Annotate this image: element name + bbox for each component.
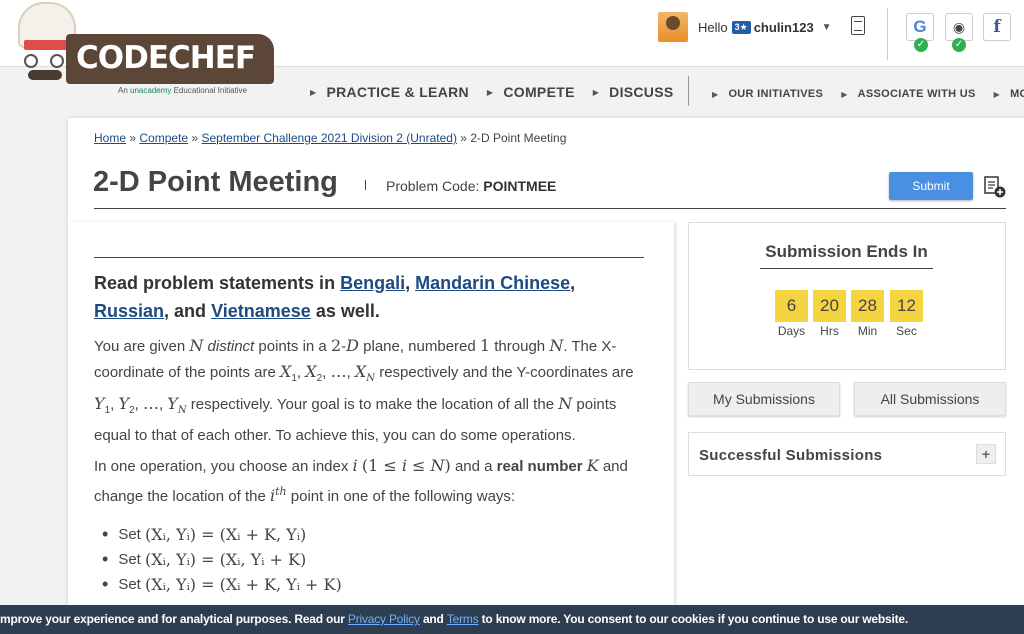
codechef-logo[interactable]: CODECHEF bbox=[10, 2, 274, 98]
lang-russian-link[interactable]: Russian bbox=[94, 301, 164, 321]
breadcrumb-contest[interactable]: September Challenge 2021 Division 2 (Unr… bbox=[201, 131, 456, 145]
timer-title: Submission Ends In bbox=[760, 242, 933, 269]
lang-bengali-link[interactable]: Bengali bbox=[340, 273, 405, 293]
breadcrumb-home[interactable]: Home bbox=[94, 131, 126, 145]
secondary-nav: ▶OUR INITIATIVES ▶ASSOCIATE WITH US ▶MOR bbox=[712, 86, 1024, 102]
problem-code-value: POINTMEE bbox=[483, 178, 557, 194]
add-to-list-icon[interactable] bbox=[984, 176, 1006, 198]
logo-tagline: An unacademy Educational Initiative bbox=[118, 86, 248, 95]
breadcrumb-current: 2-D Point Meeting bbox=[470, 131, 567, 145]
triangle-right-icon: ▶ bbox=[841, 89, 848, 99]
username[interactable]: chulin123 bbox=[754, 20, 814, 35]
facebook-icon[interactable]: f bbox=[983, 13, 1011, 41]
check-icon: ✓ bbox=[914, 38, 928, 52]
statement-paragraph-2: In one operation, you choose an index i … bbox=[94, 456, 628, 505]
title-divider bbox=[365, 180, 366, 190]
breadcrumb-compete[interactable]: Compete bbox=[139, 131, 188, 145]
triangle-right-icon: ▶ bbox=[712, 89, 719, 99]
lang-vietnamese-link[interactable]: Vietnamese bbox=[211, 301, 311, 321]
terms-link[interactable]: Terms bbox=[447, 612, 479, 626]
timer-minutes: 28 bbox=[851, 290, 884, 322]
timer-seconds: 12 bbox=[890, 290, 923, 322]
rating-badge: 3★ bbox=[731, 20, 751, 34]
operation-list: Set (Xᵢ, Yᵢ) = (Xᵢ + K, Yᵢ) Set (Xᵢ, Yᵢ)… bbox=[102, 522, 342, 597]
nav-divider bbox=[688, 76, 689, 106]
expand-plus-icon[interactable]: + bbox=[976, 444, 996, 464]
submit-button[interactable]: Submit bbox=[889, 172, 973, 200]
problem-code: Problem Code: POINTMEE bbox=[386, 178, 557, 194]
privacy-policy-link[interactable]: Privacy Policy bbox=[348, 612, 420, 626]
my-submissions-button[interactable]: My Submissions bbox=[688, 382, 840, 416]
nav-our-initiatives[interactable]: ▶ OUR INITIATIVES bbox=[712, 86, 823, 102]
greeting: Hello bbox=[698, 19, 728, 35]
header-divider bbox=[887, 8, 888, 60]
triangle-right-icon: ▶ bbox=[486, 87, 494, 97]
timer-days: 6 bbox=[775, 290, 808, 322]
timer-hours: 20 bbox=[813, 290, 846, 322]
all-submissions-button[interactable]: All Submissions bbox=[854, 382, 1006, 416]
triangle-right-icon: ▶ bbox=[310, 87, 317, 97]
nav-practice-learn[interactable]: ▶ PRACTICE & LEARN bbox=[310, 84, 469, 100]
title-rule bbox=[94, 208, 1006, 209]
statement-paragraph-1: You are given N distinct points in a 2-D… bbox=[94, 336, 634, 444]
triangle-right-icon: ▶ bbox=[993, 89, 1001, 99]
github-icon[interactable]: ◉ bbox=[945, 13, 973, 41]
cookie-banner: mprove your experience and for analytica… bbox=[0, 605, 1024, 634]
timer-days-label: Days bbox=[777, 324, 806, 338]
google-icon[interactable]: G bbox=[906, 13, 934, 41]
breadcrumb: Home » Compete » September Challenge 202… bbox=[94, 131, 567, 145]
timer-hours-label: Hrs bbox=[820, 324, 839, 338]
logo-text: CODECHEF bbox=[66, 34, 274, 84]
list-item: Set (Xᵢ, Yᵢ) = (Xᵢ, Yᵢ + K) bbox=[102, 547, 342, 572]
statement-rule bbox=[94, 257, 644, 258]
avatar[interactable] bbox=[658, 12, 688, 42]
nav-associate[interactable]: ▶ ASSOCIATE WITH US bbox=[841, 86, 975, 102]
lang-mandarin-link[interactable]: Mandarin Chinese bbox=[415, 273, 570, 293]
triangle-right-icon: ▶ bbox=[592, 87, 600, 97]
nav-compete[interactable]: ▶ COMPETE bbox=[487, 84, 575, 100]
nav-more[interactable]: ▶MOR bbox=[994, 86, 1024, 102]
timer-seconds-label: Sec bbox=[896, 324, 917, 338]
user-menu[interactable]: Hello 3★ chulin123 ▼ bbox=[658, 12, 832, 42]
notes-icon[interactable] bbox=[851, 16, 865, 35]
chevron-down-icon[interactable]: ▼ bbox=[822, 22, 832, 33]
nav-discuss[interactable]: ▶ DISCUSS bbox=[593, 84, 674, 100]
check-icon: ✓ bbox=[952, 38, 966, 52]
primary-nav: ▶ PRACTICE & LEARN ▶ COMPETE ▶ DISCUSS bbox=[310, 84, 692, 100]
language-links: Read problem statements in Bengali, Mand… bbox=[94, 273, 576, 321]
list-item: Set (Xᵢ, Yᵢ) = (Xᵢ + K, Yᵢ) bbox=[102, 522, 342, 547]
timer-minutes-label: Min bbox=[857, 324, 878, 338]
unacademy-brand: unacademy bbox=[130, 86, 172, 95]
list-item: Set (Xᵢ, Yᵢ) = (Xᵢ + K, Yᵢ + K) bbox=[102, 572, 341, 597]
successful-submissions-title: Successful Submissions bbox=[699, 447, 883, 464]
page-title: 2-D Point Meeting bbox=[93, 166, 338, 198]
